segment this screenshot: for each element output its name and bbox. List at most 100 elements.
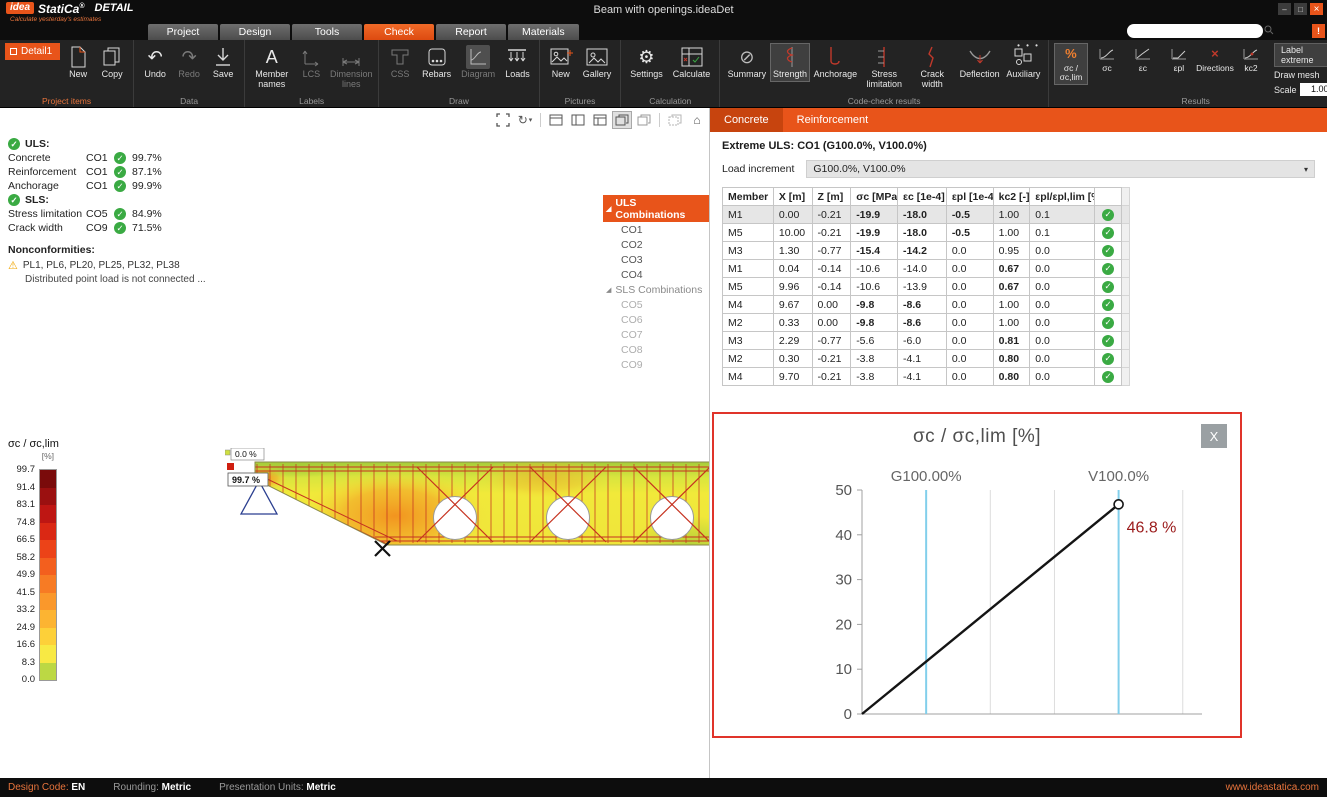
rotate-view-button[interactable]: ↻▾: [515, 111, 535, 129]
combination-item[interactable]: CO8: [603, 342, 710, 357]
deflection-button[interactable]: Deflection: [957, 43, 1002, 82]
ribbon-group-project-items: Detail1 New Copy Project items: [0, 40, 134, 107]
table-scrollbar[interactable]: [1121, 188, 1129, 206]
load-increment-dropdown[interactable]: G100.0%, V100.0% ▾: [806, 160, 1315, 178]
uls-combinations-header[interactable]: ◢ ULS Combinations: [603, 195, 710, 222]
svg-text:V100.0%: V100.0%: [1088, 468, 1149, 485]
maximize-button[interactable]: □: [1294, 3, 1307, 15]
detail1-button[interactable]: Detail1: [5, 43, 60, 60]
settings-button[interactable]: ⚙ Settings: [626, 43, 667, 82]
table-row[interactable]: M49.670.00-9.8-8.60.01.000.0✓: [723, 296, 1130, 314]
rounding-label: Rounding:: [113, 782, 159, 793]
calculate-button[interactable]: Calculate: [669, 43, 715, 82]
draw-mesh-toggle[interactable]: Draw mesh: [1274, 70, 1320, 80]
view-option-2-button[interactable]: [568, 111, 588, 129]
combination-item[interactable]: CO4: [603, 267, 710, 282]
combination-item[interactable]: CO6: [603, 312, 710, 327]
zoom-fit-button[interactable]: [493, 111, 513, 129]
tab-check[interactable]: Check: [364, 24, 434, 40]
result-sc-sclim-button[interactable]: % σc / σc,lim: [1054, 43, 1088, 85]
website-link[interactable]: www.ideastatica.com: [1226, 782, 1319, 793]
layers-outline-button[interactable]: [634, 111, 654, 129]
result-sc-button[interactable]: σc: [1090, 43, 1124, 75]
tab-concrete[interactable]: Concrete: [710, 108, 783, 132]
column-header[interactable]: Member: [723, 188, 774, 206]
table-row[interactable]: M49.70-0.21-3.8-4.10.00.800.0✓: [723, 368, 1130, 386]
table-row[interactable]: M20.330.00-9.8-8.60.01.000.0✓: [723, 314, 1130, 332]
tab-design[interactable]: Design: [220, 24, 290, 40]
table-row[interactable]: M510.00-0.21-19.9-18.0-0.51.000.1✓: [723, 224, 1130, 242]
label-extreme-button[interactable]: Label extreme: [1274, 43, 1327, 67]
cell: 0.33: [773, 314, 812, 332]
copy-item-button[interactable]: Copy: [96, 43, 128, 82]
layers-solid-button[interactable]: [612, 111, 632, 129]
gallery-button[interactable]: Gallery: [579, 43, 616, 82]
combination-item[interactable]: CO1: [603, 222, 710, 237]
close-button[interactable]: ×: [1310, 3, 1323, 15]
new-picture-button[interactable]: New: [545, 43, 577, 82]
cell: -9.8: [851, 296, 898, 314]
combination-item[interactable]: CO3: [603, 252, 710, 267]
cell: -4.1: [897, 368, 946, 386]
column-header[interactable]: Z [m]: [812, 188, 851, 206]
table-row[interactable]: M10.04-0.14-10.6-14.00.00.670.0✓: [723, 260, 1130, 278]
chart-close-button[interactable]: X: [1201, 424, 1227, 448]
sls-combinations-header[interactable]: ◢ SLS Combinations: [603, 282, 710, 297]
redo-button[interactable]: ↷ Redo: [173, 43, 205, 82]
dimension-lines-button[interactable]: Dimension lines: [329, 43, 373, 92]
column-header[interactable]: εpl [1e-4]: [946, 188, 993, 206]
table-row[interactable]: M10.00-0.21-19.9-18.0-0.51.000.1✓: [723, 206, 1130, 224]
search-box[interactable]: [1127, 24, 1263, 38]
rebars-button[interactable]: Rebars: [418, 43, 455, 82]
result-ec-button[interactable]: εc: [1126, 43, 1160, 75]
directions-button[interactable]: × Directions: [1198, 43, 1232, 75]
column-header[interactable]: kc2 [-]: [993, 188, 1030, 206]
tab-reinforcement[interactable]: Reinforcement: [783, 108, 883, 132]
license-indicator[interactable]: !: [1312, 24, 1325, 38]
diagram-button[interactable]: Diagram: [457, 43, 499, 82]
combination-item[interactable]: CO5: [603, 297, 710, 312]
new-item-button[interactable]: New: [62, 43, 94, 82]
loads-button[interactable]: Loads: [501, 43, 534, 82]
home-view-button[interactable]: ⌂: [687, 111, 707, 129]
combination-item[interactable]: CO7: [603, 327, 710, 342]
scale-input[interactable]: 1.00: [1300, 83, 1327, 96]
combination-item[interactable]: CO2: [603, 237, 710, 252]
tab-project[interactable]: Project: [148, 24, 218, 40]
column-header[interactable]: εpl/εpl,lim [%]: [1030, 188, 1095, 206]
table-row[interactable]: M31.30-0.77-15.4-14.20.00.950.0✓: [723, 242, 1130, 260]
member-names-button[interactable]: A Member names: [250, 43, 293, 92]
column-header[interactable]: εc [1e-4]: [897, 188, 946, 206]
legend-title: σc / σc,lim: [8, 438, 59, 450]
column-header[interactable]: σc [MPa]: [851, 188, 898, 206]
result-epl-button[interactable]: εpl: [1162, 43, 1196, 75]
result-kc2-button[interactable]: kc2: [1234, 43, 1268, 75]
strength-button[interactable]: Strength: [770, 43, 809, 82]
crack-width-button[interactable]: Crack width: [909, 43, 955, 92]
tab-materials[interactable]: Materials: [508, 24, 579, 40]
chart-panel[interactable]: σc / σc,lim [%] X 01020304050G100.00%V10…: [712, 412, 1242, 738]
tab-report[interactable]: Report: [436, 24, 506, 40]
table-row[interactable]: M20.30-0.21-3.8-4.10.00.800.0✓: [723, 350, 1130, 368]
overflow-dots-icon[interactable]: • • •: [1017, 41, 1040, 50]
anchorage-button[interactable]: Anchorage: [812, 43, 860, 82]
legend-tick-label: 74.8: [8, 514, 35, 532]
stress-limitation-button[interactable]: Stress limitation: [861, 43, 907, 92]
model-canvas[interactable]: ↻▾ ⌂ ✓ ULS: Concr: [0, 108, 710, 778]
nonconformities-row[interactable]: ⚠ PL1, PL6, PL20, PL25, PL32, PL38: [8, 259, 206, 272]
tab-tools[interactable]: Tools: [292, 24, 362, 40]
table-row[interactable]: M32.29-0.77-5.6-6.00.00.810.0✓: [723, 332, 1130, 350]
search-input[interactable]: [1132, 26, 1264, 37]
transparency-button[interactable]: [665, 111, 685, 129]
view-option-3-button[interactable]: [590, 111, 610, 129]
minimize-button[interactable]: –: [1278, 3, 1291, 15]
combination-item[interactable]: CO9: [603, 357, 710, 372]
undo-button[interactable]: ↶ Undo: [139, 43, 171, 82]
lcs-button[interactable]: LCS: [295, 43, 327, 82]
column-header[interactable]: X [m]: [773, 188, 812, 206]
table-row[interactable]: M59.96-0.14-10.6-13.90.00.670.0✓: [723, 278, 1130, 296]
summary-button[interactable]: ⊘ Summary: [725, 43, 768, 82]
css-button[interactable]: CSS: [384, 43, 416, 82]
view-option-1-button[interactable]: [546, 111, 566, 129]
save-button[interactable]: Save: [207, 43, 239, 82]
